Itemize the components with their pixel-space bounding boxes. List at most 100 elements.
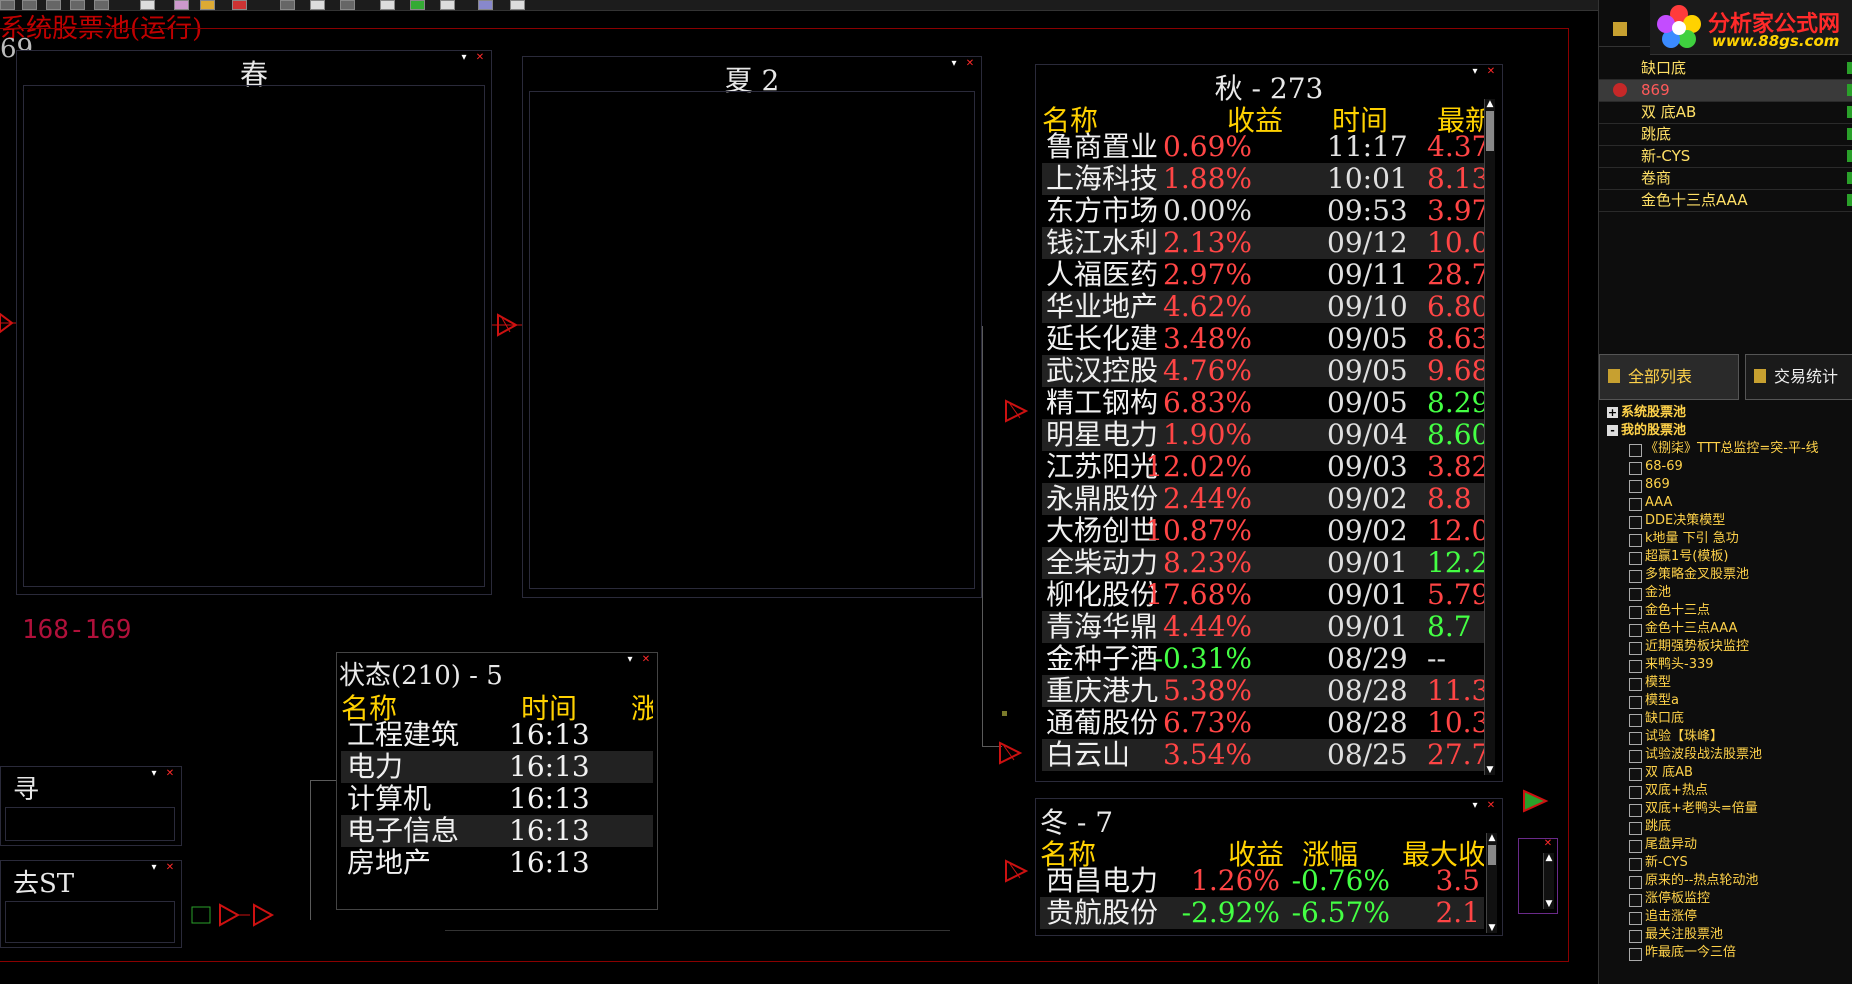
tree-item[interactable]: 近期强势板块监控 [1629,638,1851,656]
scroll-down-icon[interactable]: ▼ [1485,765,1495,775]
close-icon[interactable]: ✕ [639,655,653,665]
toolbar-button[interactable] [410,0,425,10]
checkbox[interactable] [1629,750,1642,763]
tree-item[interactable]: 来鸭头-339 [1629,656,1851,674]
table-row[interactable]: 延长化建 3.48% 09/05 8.63 [1042,323,1484,355]
close-icon[interactable]: ✕ [963,59,977,69]
dropdown-icon[interactable]: ▾ [623,655,637,665]
flow-node-icon[interactable] [1000,858,1034,884]
scroll-down-icon[interactable]: ▼ [1487,923,1497,933]
scroll-thumb[interactable] [1486,111,1494,151]
table-row[interactable]: 钱江水利2.13%09/1210.09 [1042,227,1484,259]
scroll-down-icon[interactable]: ▼ [1544,899,1554,909]
dropdown-icon[interactable]: ▾ [457,53,471,63]
checkbox[interactable] [1629,516,1642,529]
toolbar-button[interactable] [340,0,355,10]
dropdown-icon[interactable]: ▾ [1468,801,1482,811]
checkbox[interactable] [1629,840,1642,853]
table-row[interactable]: 江苏阳光 12.02% 09/03 3.82 [1042,451,1484,483]
panel-spring[interactable]: 春 ▾ ✕ [16,50,492,595]
table-row[interactable]: 青海华鼎 4.44% 09/01 8.7 [1042,611,1484,643]
checkbox[interactable] [1629,948,1642,961]
checkbox[interactable] [1629,642,1642,655]
close-icon[interactable]: ✕ [1484,67,1498,77]
toolbar-button[interactable] [440,0,455,10]
scroll-up-icon[interactable]: ▲ [1485,99,1495,109]
tree-item[interactable]: 模型a [1629,692,1851,710]
table-row[interactable]: 永鼎股份 2.44% 09/02 8.8 [1042,483,1484,515]
tab-all-list[interactable]: 全部列表 [1599,354,1739,400]
table-row[interactable]: 工程建筑 16:13 [341,719,653,751]
toolbar-button[interactable] [310,0,325,10]
checkbox[interactable] [1629,444,1642,457]
tab-trade-stats[interactable]: 交易统计 [1745,354,1852,400]
tree-item[interactable]: 双底+老鸭头=倍量 [1629,800,1851,818]
strategy-item[interactable]: 金色十三点AAA [1599,190,1852,212]
close-icon[interactable]: ✕ [1484,801,1498,811]
table-row[interactable]: 人福医药2.97%09/1128.74 [1042,259,1484,291]
tree-item[interactable]: 追击涨停 [1629,908,1851,926]
toolbar-button[interactable] [280,0,295,10]
tree-item[interactable]: k地量 下引 急功 [1629,530,1851,548]
tree-item[interactable]: 跳底 [1629,818,1851,836]
checkbox[interactable] [1629,804,1642,817]
flow-chain-icon[interactable] [190,902,280,928]
toolbar-button[interactable] [510,0,525,10]
table-row[interactable]: 西昌电力 1.26% -0.76% 3.5 [1040,865,1484,897]
checkbox[interactable] [1629,570,1642,583]
panel-remove-st[interactable]: 去ST ▾ ✕ [0,860,182,948]
tree-item[interactable]: AAA [1629,494,1851,512]
toolbar-button[interactable] [478,0,493,10]
tree-item[interactable]: 昨最底一今三倍 [1629,944,1851,962]
tree-group[interactable]: - 我的股票池 [1607,422,1851,440]
tree-item[interactable]: 869 [1629,476,1851,494]
tree-item[interactable]: DDE决策模型 [1629,512,1851,530]
panel-summer[interactable]: 夏 2 ▾ ✕ [522,56,982,598]
tree-item[interactable]: 涨停板监控 [1629,890,1851,908]
tree-item[interactable]: 双底+热点 [1629,782,1851,800]
tree-item[interactable]: 68-69 [1629,458,1851,476]
strategy-item[interactable]: 双 底AB [1599,102,1852,124]
tree-item[interactable]: 超赢1号(模板) [1629,548,1851,566]
checkbox[interactable] [1629,714,1642,727]
table-row[interactable]: 计算机 16:13 [341,783,653,815]
checkbox[interactable] [1629,786,1642,799]
tree-group[interactable]: + 系统股票池 [1607,404,1851,422]
expand-icon[interactable]: + [1607,407,1618,418]
table-row[interactable]: 金种子酒 -0.31% 08/29 -- [1042,643,1484,675]
checkbox[interactable] [1629,768,1642,781]
table-row[interactable]: 鲁商置业 0.69% 11:17 4.37 [1042,131,1484,163]
tree-item[interactable]: 金池 [1629,584,1851,602]
dropdown-icon[interactable]: ▾ [947,59,961,69]
mini-panel[interactable]: ✕ ▲ ▼ [1518,838,1558,914]
tree-item[interactable]: 试验【珠峰】 [1629,728,1851,746]
panel-autumn[interactable]: 秋 - 273 ▾ ✕ 名称 收益 时间 最新 鲁商置业 0.69% 11:17 4.… [1035,64,1503,782]
checkbox[interactable] [1629,912,1642,925]
strategy-item[interactable]: 缺口底 [1599,58,1852,80]
panel-winter[interactable]: 冬 - 7 ▾ ✕ 名称 收益 涨幅 最大收 西昌电力 1.26% -0.76% 3.… [1035,798,1503,936]
flow-node-icon[interactable] [490,312,524,338]
checkbox[interactable] [1629,624,1642,637]
checkbox[interactable] [1629,696,1642,709]
play-node-icon[interactable] [1518,788,1552,814]
checkbox[interactable] [1629,534,1642,547]
checkbox[interactable] [1629,498,1642,511]
flow-node-icon[interactable] [994,740,1028,766]
toolbar-button[interactable] [232,0,247,10]
tree-item[interactable]: 《捌柒》TTT总监控=突-平-线 [1629,440,1851,458]
scroll-up-icon[interactable]: ▲ [1544,853,1554,863]
table-row[interactable]: 贵航股份 -2.92% -6.57% 2.1 [1040,897,1484,929]
scrollbar[interactable]: ▲ ▼ [1486,833,1497,933]
tree-item[interactable]: 尾盘异动 [1629,836,1851,854]
scroll-up-icon[interactable]: ▲ [1487,833,1497,843]
strategy-item[interactable]: 869 [1599,80,1852,102]
checkbox[interactable] [1629,678,1642,691]
dropdown-icon[interactable]: ▾ [1468,67,1482,77]
tree-item[interactable]: 试验波段战法股票池 [1629,746,1851,764]
tree-item[interactable]: 模型 [1629,674,1851,692]
checkbox[interactable] [1629,552,1642,565]
table-row[interactable]: 华业地产 4.62% 09/10 6.80 [1042,291,1484,323]
checkbox[interactable] [1629,822,1642,835]
table-row[interactable]: 电子信息 16:13 [341,815,653,847]
collapse-icon[interactable]: - [1607,425,1618,436]
